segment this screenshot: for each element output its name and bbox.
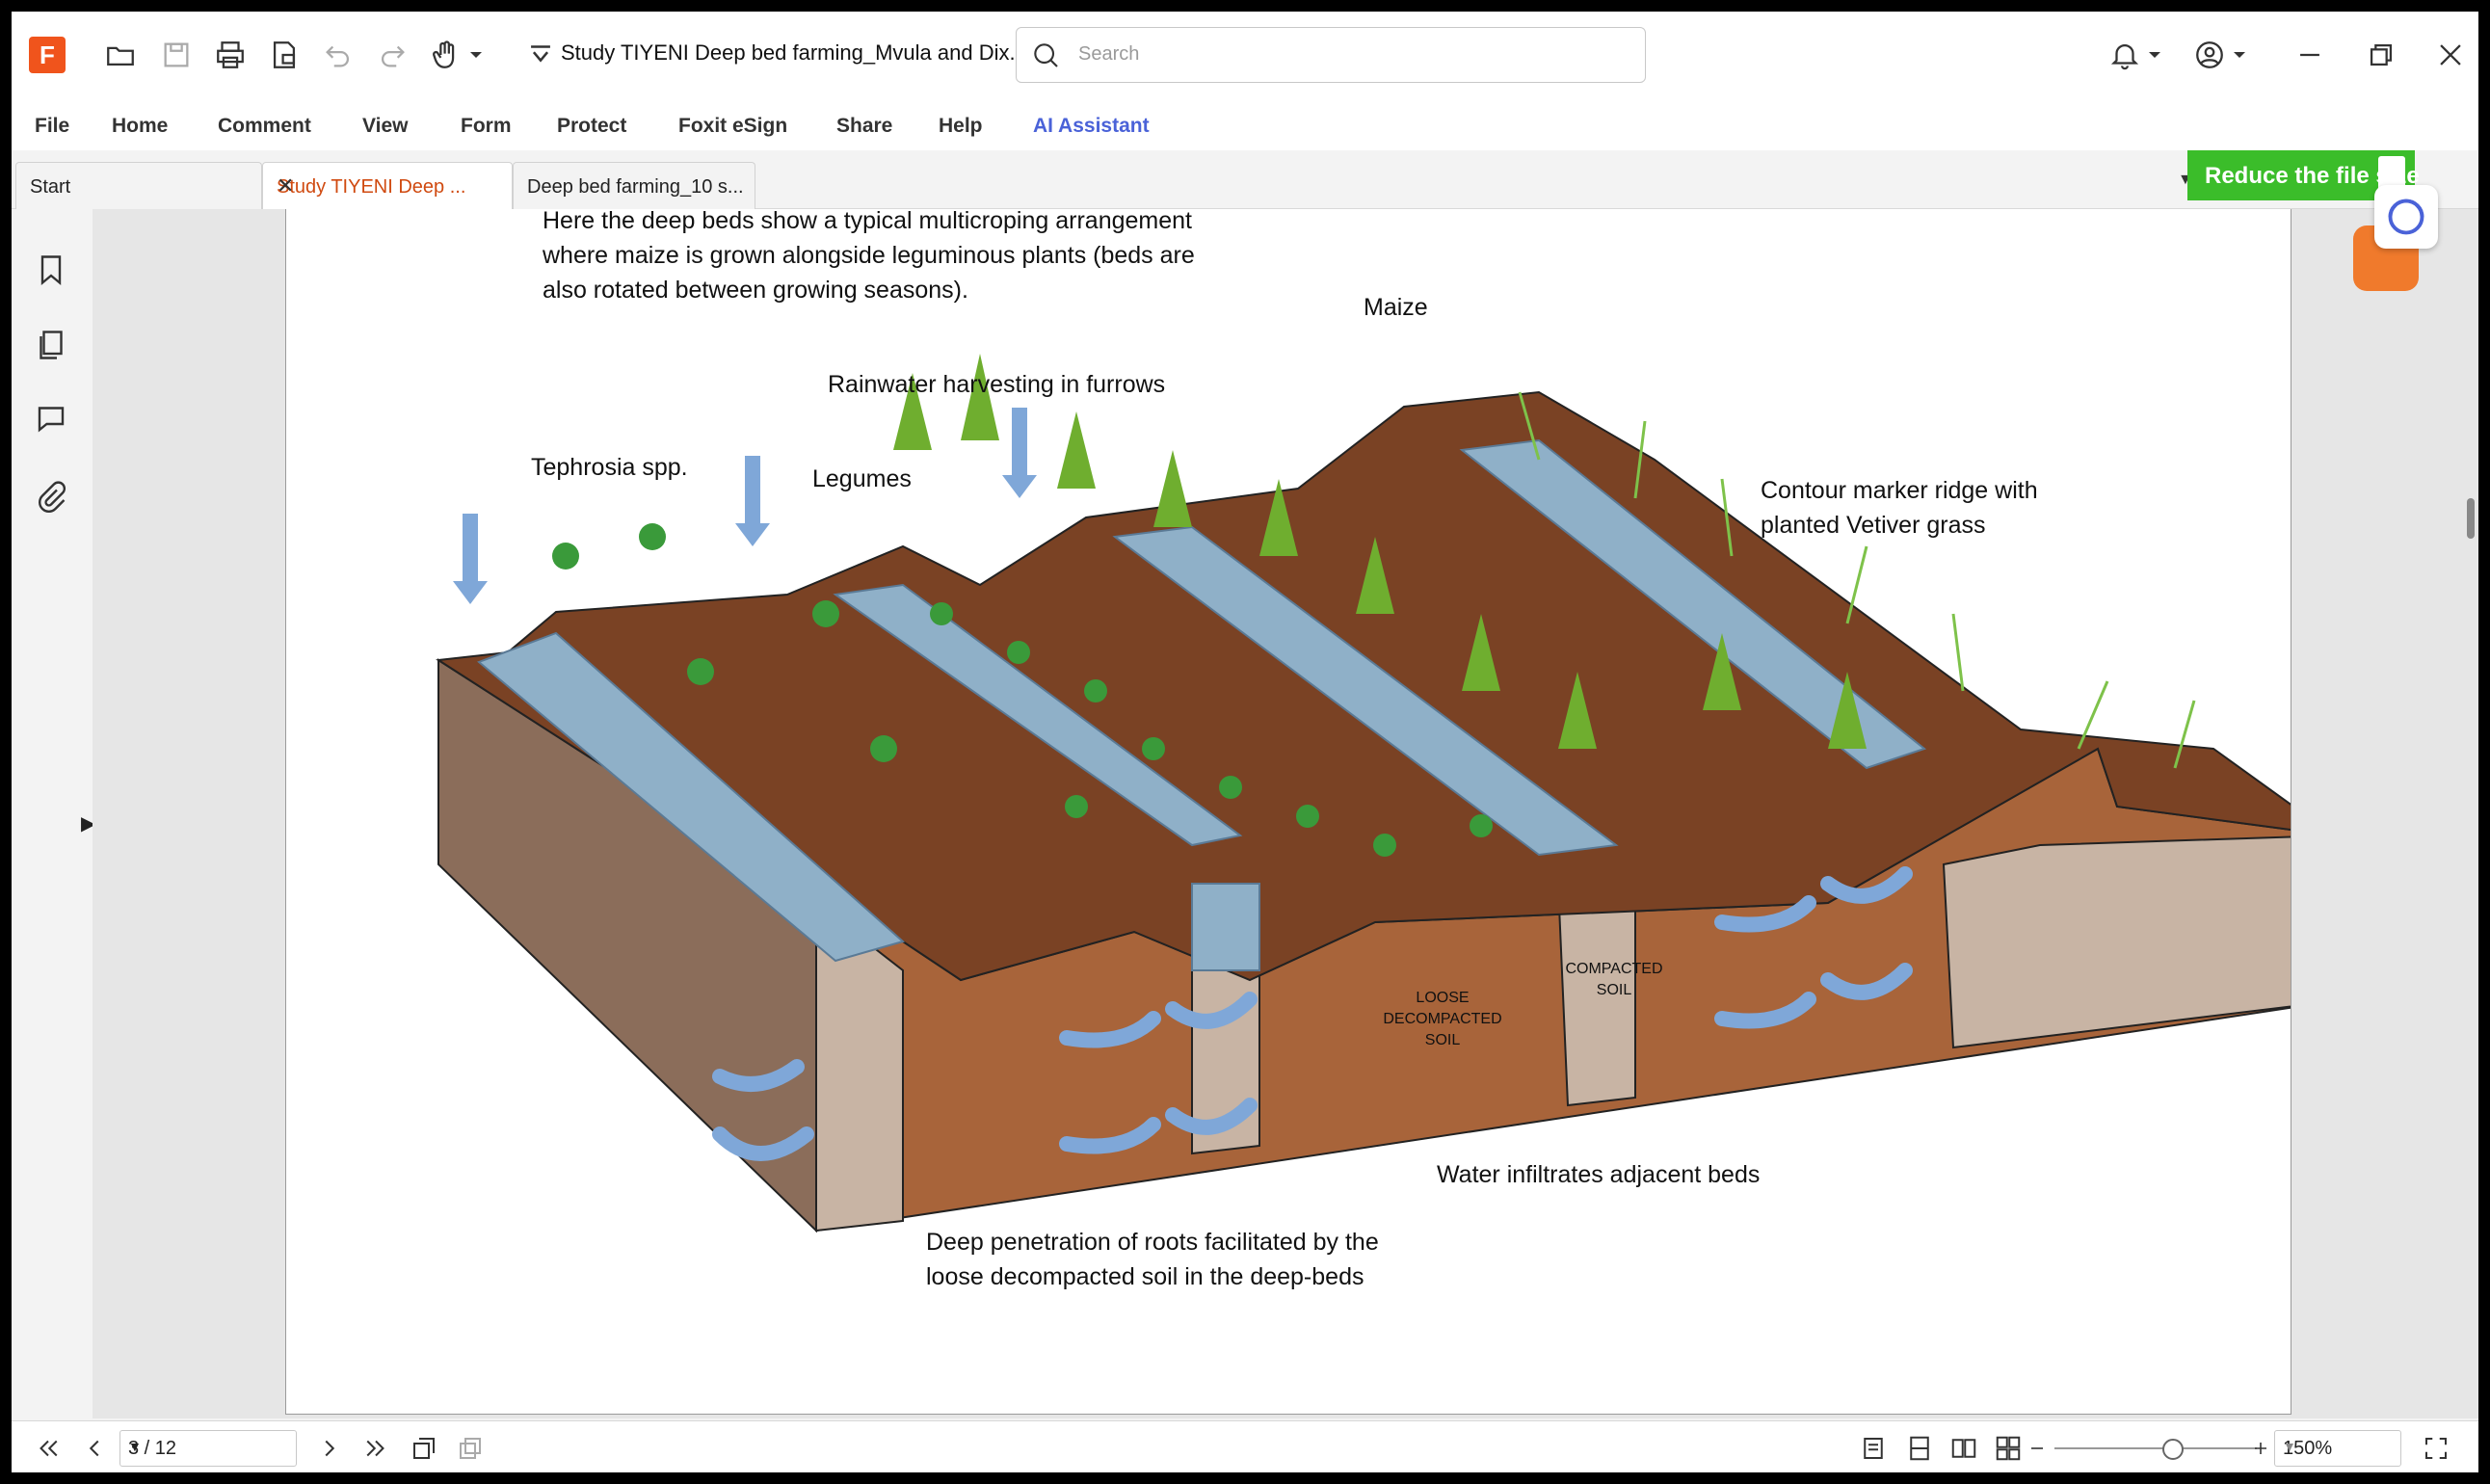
label-contour: Contour marker ridge with planted Vetive… — [1761, 473, 2038, 543]
redo-icon[interactable] — [370, 33, 414, 77]
print-icon[interactable] — [208, 33, 252, 77]
foxit-window: F Study TIYENI Deep bed farming_Mvula an… — [12, 12, 2478, 1472]
water-pool — [1191, 883, 1260, 971]
title-bar: F Study TIYENI Deep bed farming_Mvula an… — [12, 12, 2478, 98]
document-area: Here the deep beds show a typical multic… — [93, 207, 2478, 1443]
menu-bar: File Home Comment View Form Protect Foxi… — [12, 98, 2478, 150]
pdf-page: Here the deep beds show a typical multic… — [285, 207, 2291, 1415]
menu-protect[interactable]: Protect — [557, 115, 626, 138]
notification-dropdown-icon[interactable] — [2143, 33, 2166, 77]
search-icon — [1034, 43, 1058, 67]
hand-tool-icon[interactable] — [424, 33, 468, 77]
continuous-facing-view-icon[interactable] — [1991, 1431, 2026, 1466]
restore-icon[interactable] — [2359, 33, 2403, 77]
continuous-view-icon[interactable] — [1902, 1431, 1937, 1466]
status-bar: 3 / 12 ▼ 150% ▼ — [12, 1420, 2478, 1472]
menu-view[interactable]: View — [362, 115, 408, 138]
label-loose-line-2: DECOMPACTED — [1383, 1011, 1502, 1027]
label-compacted-soil: COMPACTED SOIL — [1556, 959, 1672, 1001]
label-legumes: Legumes — [812, 465, 912, 492]
split-view-icon[interactable] — [453, 1431, 488, 1466]
label-loose-line-3: SOIL — [1424, 1032, 1461, 1048]
zoom-dropdown-icon[interactable]: ▼ — [2283, 1439, 2395, 1454]
foxit-logo-icon[interactable]: F — [29, 37, 66, 73]
menu-share[interactable]: Share — [836, 115, 892, 138]
last-page-icon[interactable] — [358, 1431, 393, 1466]
hand-tool-dropdown-icon[interactable] — [464, 33, 488, 77]
close-tab-icon[interactable]: ✕ — [277, 173, 502, 199]
comments-icon[interactable] — [29, 396, 73, 440]
first-page-icon[interactable] — [31, 1431, 66, 1466]
menu-file[interactable]: File — [35, 115, 69, 138]
previous-page-icon[interactable] — [77, 1431, 112, 1466]
tab-start[interactable]: Start — [15, 162, 262, 209]
save-icon[interactable] — [154, 33, 199, 77]
label-tephrosia: Tephrosia spp. — [531, 454, 688, 481]
open-icon[interactable] — [98, 33, 143, 77]
menu-foxit-esign[interactable]: Foxit eSign — [678, 115, 787, 138]
tab-study-tiyeni[interactable]: Study TIYENI Deep ... ✕ — [262, 162, 513, 209]
undo-icon[interactable] — [316, 33, 360, 77]
zoom-out-icon[interactable] — [2026, 1431, 2049, 1466]
fullscreen-icon[interactable] — [2419, 1431, 2453, 1466]
rotate-view-icon[interactable] — [407, 1431, 441, 1466]
minimize-icon[interactable] — [2288, 33, 2332, 77]
left-navigation-panel: ▶ — [12, 209, 95, 1418]
label-roots-line-1: Deep penetration of roots facilitated by… — [926, 1229, 1379, 1256]
attachment-icon[interactable] — [29, 475, 73, 519]
pages-icon[interactable] — [29, 323, 73, 367]
label-compacted-line-1: COMPACTED — [1565, 961, 1663, 977]
label-rainwater: Rainwater harvesting in furrows — [828, 371, 1166, 398]
vertical-scrollbar[interactable] — [2467, 498, 2475, 539]
menu-comment[interactable]: Comment — [218, 115, 311, 138]
customize-toolbar-icon[interactable] — [518, 33, 563, 77]
menu-home[interactable]: Home — [112, 115, 168, 138]
menu-help[interactable]: Help — [939, 115, 983, 138]
bookmark-icon[interactable] — [29, 248, 73, 292]
zoom-slider-knob[interactable] — [2162, 1439, 2184, 1460]
label-roots: Deep penetration of roots facilitated by… — [926, 1225, 1379, 1294]
create-pdf-icon[interactable] — [262, 33, 306, 77]
next-page-icon[interactable] — [312, 1431, 347, 1466]
label-loose-line-1: LOOSE — [1416, 990, 1470, 1006]
menu-ai-assistant[interactable]: AI Assistant — [1033, 115, 1150, 138]
search-box[interactable]: Search — [1016, 27, 1646, 83]
label-loose-soil: LOOSE DECOMPACTED SOIL — [1375, 988, 1510, 1051]
page-number-input[interactable]: 3 / 12 ▼ — [119, 1430, 297, 1467]
zoom-level-select[interactable]: 150% ▼ — [2274, 1430, 2401, 1467]
label-roots-line-2: loose decompacted soil in the deep-beds — [926, 1263, 1364, 1290]
page-dropdown-icon[interactable]: ▼ — [128, 1439, 290, 1454]
facing-view-icon[interactable] — [1947, 1431, 1981, 1466]
label-contour-line-2: planted Vetiver grass — [1761, 512, 1986, 539]
label-compacted-line-2: SOIL — [1596, 982, 1632, 998]
menu-form[interactable]: Form — [461, 115, 512, 138]
label-water-infiltrates: Water infiltrates adjacent beds — [1437, 1161, 1761, 1188]
tab-deep-bed-farming[interactable]: Deep bed farming_10 s... — [513, 162, 755, 209]
label-maize: Maize — [1364, 294, 1428, 321]
tab-bar: Start Study TIYENI Deep ... ✕ Deep bed f… — [12, 150, 2478, 209]
tab-start-label: Start — [30, 176, 71, 198]
account-dropdown-icon[interactable] — [2228, 33, 2251, 77]
document-title: Study TIYENI Deep bed farming_Mvula and … — [561, 40, 1027, 65]
ai-assistant-float-icon[interactable] — [2374, 185, 2438, 249]
search-placeholder: Search — [1078, 43, 1140, 65]
close-window-icon[interactable] — [2428, 33, 2473, 77]
zoom-slider[interactable] — [2054, 1439, 2257, 1460]
tab-deep-bed-label: Deep bed farming_10 s... — [527, 176, 744, 198]
label-contour-line-1: Contour marker ridge with — [1761, 477, 2038, 504]
notification-bell-icon[interactable] — [2103, 33, 2147, 77]
zoom-in-icon[interactable] — [2249, 1431, 2272, 1466]
single-page-view-icon[interactable] — [1856, 1431, 1891, 1466]
account-icon[interactable] — [2187, 33, 2232, 77]
